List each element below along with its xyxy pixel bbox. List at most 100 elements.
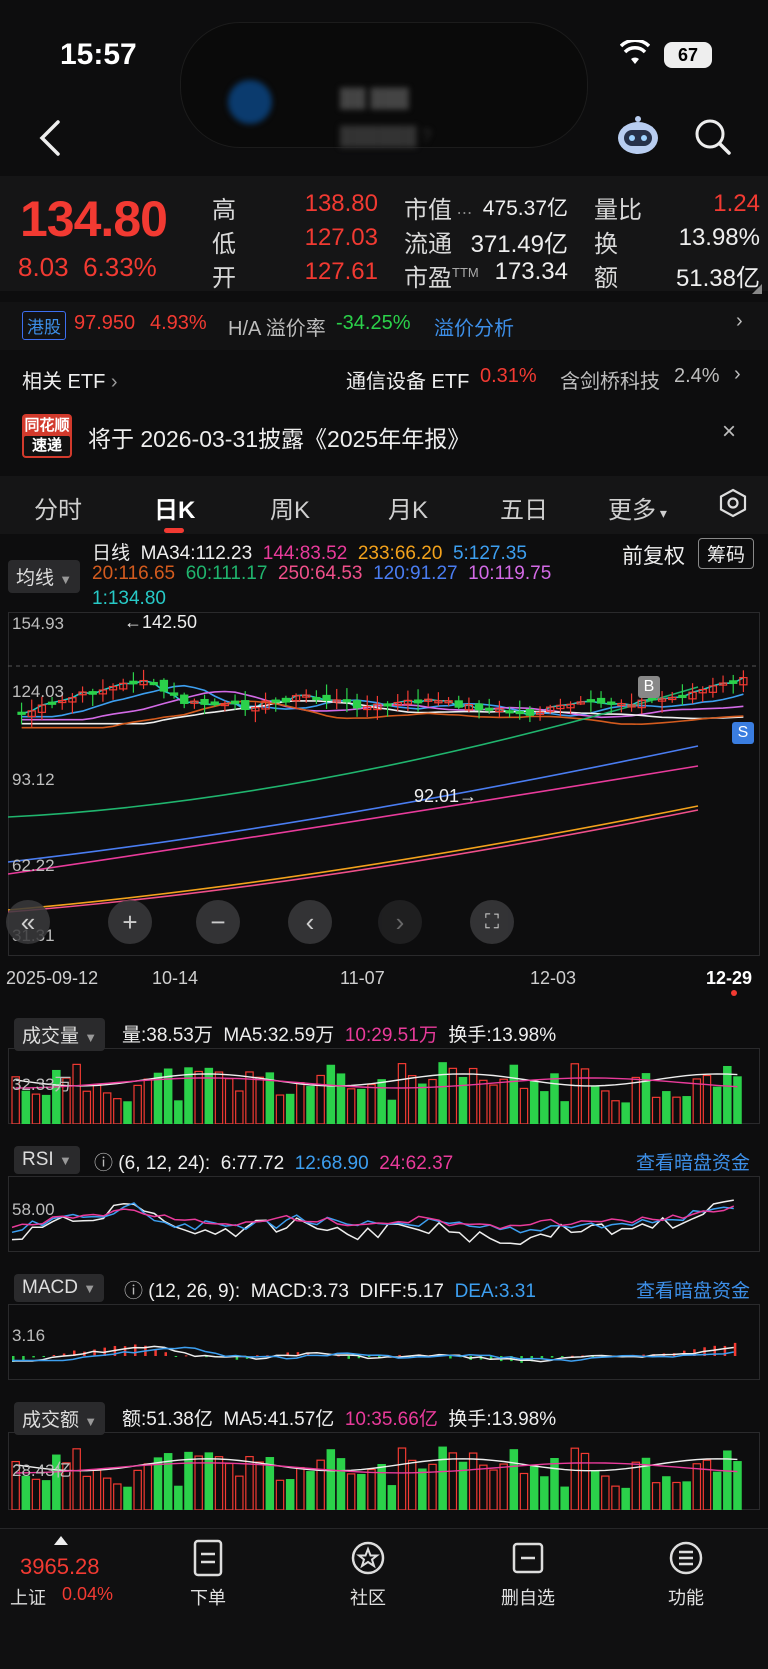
fullscreen-icon[interactable]: ⛶ xyxy=(470,900,514,944)
volume-bar xyxy=(692,1463,702,1510)
volume-bar xyxy=(387,1485,397,1510)
macd-bar xyxy=(93,1349,96,1356)
mktcap-label[interactable]: 市值 ⋯ xyxy=(404,190,472,225)
volume-bar xyxy=(560,1486,569,1510)
volume-bar xyxy=(529,1465,539,1510)
close-icon[interactable]: × xyxy=(722,418,736,446)
volume-chart[interactable] xyxy=(8,1048,760,1124)
tab-daily-k[interactable]: 日K xyxy=(154,490,195,525)
amount-selector[interactable]: 成交额 ▼ xyxy=(14,1402,106,1435)
volratio-label: 量比 xyxy=(594,197,642,224)
volume-bar xyxy=(489,1084,498,1124)
nav-order[interactable]: 下单 xyxy=(158,1538,258,1610)
chips-button[interactable]: 筹码 xyxy=(698,538,755,569)
settings-hexagon-icon[interactable] xyxy=(718,488,748,518)
volume-bar xyxy=(702,1074,712,1124)
rsi-legend: ⓘ (6, 12, 24): 6:77.72 12:68.90 24:62.37 xyxy=(94,1153,454,1174)
zoom-in-icon[interactable]: + xyxy=(108,900,152,944)
tab-five-day[interactable]: 五日 xyxy=(500,490,548,525)
macd-bar xyxy=(154,1349,157,1356)
volume-bar xyxy=(174,1100,183,1124)
macd-bar xyxy=(184,1355,188,1357)
float-label: 流通 xyxy=(404,231,452,258)
search-icon[interactable] xyxy=(692,116,732,156)
macd-darkpool-link[interactable]: 查看暗盘资金 xyxy=(636,1276,750,1303)
date-label-3: 11-07 xyxy=(340,968,385,988)
volume-bar xyxy=(133,1084,142,1124)
volume-bar xyxy=(123,1101,132,1124)
candle xyxy=(525,708,535,716)
premium-analysis-link[interactable]: 溢价分析 xyxy=(434,312,514,341)
volume-bar xyxy=(143,1463,153,1510)
macd-selector[interactable]: MACD ▼ xyxy=(14,1274,105,1302)
macd-bar xyxy=(52,1355,56,1357)
notice-text[interactable]: 将于 2026-03-31披露《2025年年报》 xyxy=(88,420,470,454)
sell-marker[interactable]: S xyxy=(732,722,754,744)
price-change: 8.03 6.33% xyxy=(18,252,157,283)
rsi-chart[interactable] xyxy=(8,1176,760,1252)
amount-label: 额 xyxy=(594,265,618,292)
nav-functions[interactable]: 功能 xyxy=(636,1538,736,1610)
remove-box-icon xyxy=(512,1542,544,1574)
ai-robot-icon[interactable] xyxy=(614,114,662,158)
candle xyxy=(241,700,250,711)
volume-bar xyxy=(428,1078,437,1124)
amount-chart[interactable] xyxy=(8,1432,760,1510)
volume-bar xyxy=(204,1452,214,1510)
nav-remove-watchlist[interactable]: 删自选 xyxy=(478,1538,578,1610)
adjust-toggle[interactable]: 前复权 xyxy=(622,540,685,570)
volume-bar xyxy=(672,1096,681,1124)
volume-bar xyxy=(662,1476,671,1510)
macd-bar xyxy=(561,1356,564,1358)
index-pct: 0.04% xyxy=(62,1584,114,1604)
macd-bar xyxy=(449,1356,452,1359)
etf-item-name[interactable]: 通信设备 ETF xyxy=(346,365,469,394)
expand-corner-icon[interactable] xyxy=(752,284,762,294)
tab-monthly-k[interactable]: 月K xyxy=(388,490,428,525)
volume-bar xyxy=(296,1082,305,1124)
volume-selector[interactable]: 成交量 ▼ xyxy=(14,1018,106,1051)
etf-label[interactable]: 相关 ETF › xyxy=(22,365,118,394)
volume-bar xyxy=(479,1079,488,1124)
wifi-icon xyxy=(620,40,650,64)
candle xyxy=(159,679,169,692)
nav-community[interactable]: 社区 xyxy=(318,1538,418,1610)
tab-more[interactable]: 更多 ▾ xyxy=(608,490,667,525)
rsi-darkpool-link[interactable]: 查看暗盘资金 xyxy=(636,1148,750,1175)
volume-bar xyxy=(550,1073,559,1124)
pan-left-icon[interactable]: ‹ xyxy=(288,900,332,944)
y-tick-4: 62.22 xyxy=(12,856,55,875)
etf-item2-name[interactable]: 含剑桥科技 xyxy=(560,365,660,394)
macd-chart[interactable] xyxy=(8,1304,760,1380)
tab-intraday[interactable]: 分时 xyxy=(34,490,82,525)
volume-bar xyxy=(235,1475,244,1510)
ma-selector[interactable]: 均线 ▼ xyxy=(8,560,81,593)
volume-bar xyxy=(651,1096,661,1124)
volume-bar xyxy=(285,1479,295,1510)
index-value[interactable]: 3965.28 xyxy=(20,1554,100,1580)
buy-marker[interactable]: B xyxy=(638,676,660,698)
tab-weekly-k[interactable]: 周K xyxy=(270,490,310,525)
candle xyxy=(180,694,189,704)
zoom-out-icon[interactable]: − xyxy=(196,900,240,944)
back-arrow-icon[interactable] xyxy=(36,118,66,158)
volume-bar xyxy=(346,1088,356,1124)
ma-line2: 20:116.65 60:111.17 250:64.53 120:91.27 … xyxy=(92,563,552,584)
volume-bar xyxy=(72,1063,81,1124)
volume-bar xyxy=(153,1457,163,1510)
macd-bar xyxy=(398,1354,401,1356)
volume-bar xyxy=(448,1452,458,1510)
candle xyxy=(505,710,514,714)
collapse-left-icon[interactable]: « xyxy=(6,900,50,944)
volume-bar xyxy=(102,1092,112,1124)
rsi-selector[interactable]: RSI ▼ xyxy=(14,1146,80,1174)
volume-bar xyxy=(479,1464,488,1510)
volume-bar xyxy=(682,1481,691,1510)
volume-bar xyxy=(560,1101,569,1124)
low-value: 127.03 xyxy=(304,224,378,251)
pan-right-icon[interactable]: › xyxy=(378,900,422,944)
high-marker: ←142.50 xyxy=(124,612,198,632)
etf-chevron-icon[interactable]: › xyxy=(734,363,741,386)
volume-bar xyxy=(275,1094,285,1124)
chevron-right-icon[interactable]: › xyxy=(736,310,743,333)
